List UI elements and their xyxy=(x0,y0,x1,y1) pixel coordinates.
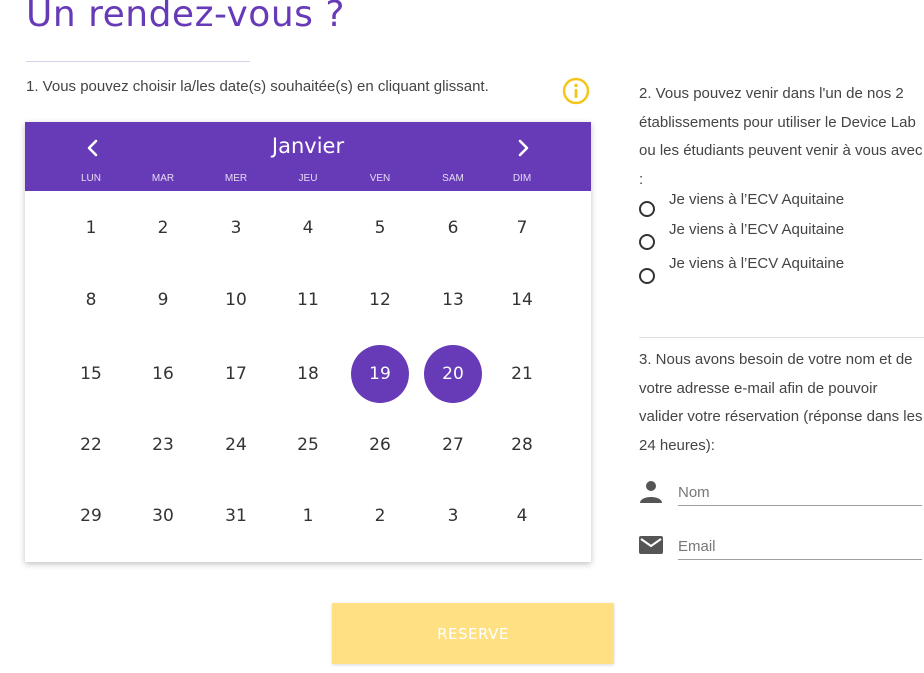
chevron-right-icon[interactable] xyxy=(511,136,535,160)
location-option-label: Je viens à l’ECV Aquitaine xyxy=(669,221,845,238)
calendar-day[interactable]: 27 xyxy=(424,416,482,474)
radio-button[interactable] xyxy=(639,234,655,250)
calendar-day[interactable]: 23 xyxy=(134,416,192,474)
calendar-day[interactable]: 30 xyxy=(134,487,192,545)
calendar-day[interactable]: 16 xyxy=(134,345,192,403)
calendar-day[interactable]: 2 xyxy=(351,487,409,545)
section-divider xyxy=(639,337,924,338)
contact-section: 3. Nous avons besoin de votre nom et de … xyxy=(639,346,924,460)
reserve-button[interactable]: RESERVE xyxy=(332,603,614,664)
calendar-day[interactable]: 4 xyxy=(279,199,337,257)
calendar-day[interactable]: 9 xyxy=(134,271,192,329)
calendar-day[interactable]: 24 xyxy=(207,416,265,474)
location-option-3[interactable]: Je viens à l’ECV Aquitaine xyxy=(639,255,844,284)
calendar-day[interactable]: 18 xyxy=(279,345,337,403)
weekday-label: JEU xyxy=(298,173,318,184)
calendar-day[interactable]: 3 xyxy=(207,199,265,257)
calendar-month: Janvier xyxy=(271,134,345,158)
calendar: Janvier LUN MAR MER JEU VEN SAM DIM 1234567891… xyxy=(25,122,591,562)
location-option-label: Je viens à l’ECV Aquitaine xyxy=(669,191,845,208)
weekday-row: LUN MAR MER JEU VEN SAM DIM xyxy=(25,173,591,187)
calendar-day[interactable]: 29 xyxy=(62,487,120,545)
email-field xyxy=(639,533,924,563)
calendar-day[interactable]: 1 xyxy=(279,487,337,545)
location-option-label: Je viens à l’ECV Aquitaine xyxy=(669,255,845,272)
person-icon xyxy=(640,481,662,503)
calendar-day[interactable]: 6 xyxy=(424,199,482,257)
email-input[interactable] xyxy=(678,533,922,560)
calendar-day[interactable]: 20 xyxy=(424,345,482,403)
calendar-day[interactable]: 13 xyxy=(424,271,482,329)
mail-icon xyxy=(639,536,663,554)
weekday-label: DIM xyxy=(512,173,532,184)
calendar-day[interactable]: 2 xyxy=(134,199,192,257)
weekday-label: MAR xyxy=(151,173,175,184)
date-instruction: 1. Vous pouvez choisir la/les date(s) so… xyxy=(26,78,489,95)
location-section: 2. Vous pouvez venir dans l'un de nos 2 … xyxy=(639,80,924,194)
calendar-day[interactable]: 1 xyxy=(62,199,120,257)
title-divider xyxy=(26,61,250,62)
calendar-day[interactable]: 21 xyxy=(493,345,551,403)
calendar-day[interactable]: 19 xyxy=(351,345,409,403)
contact-instruction: 3. Nous avons besoin de votre nom et de … xyxy=(639,351,923,454)
calendar-day[interactable]: 17 xyxy=(207,345,265,403)
location-option-1[interactable]: Je viens à l’ECV Aquitaine xyxy=(639,191,844,217)
weekday-label: MER xyxy=(224,173,248,184)
calendar-day[interactable]: 31 xyxy=(207,487,265,545)
info-icon[interactable] xyxy=(561,76,591,106)
calendar-day[interactable]: 25 xyxy=(279,416,337,474)
radio-button[interactable] xyxy=(639,268,655,284)
page-title: Un rendez-vous ? xyxy=(26,0,345,35)
calendar-day[interactable]: 28 xyxy=(493,416,551,474)
calendar-day[interactable]: 12 xyxy=(351,271,409,329)
calendar-day[interactable]: 3 xyxy=(424,487,482,545)
location-instruction: 2. Vous pouvez venir dans l'un de nos 2 … xyxy=(639,85,923,188)
calendar-day[interactable]: 10 xyxy=(207,271,265,329)
location-option-2[interactable]: Je viens à l’ECV Aquitaine xyxy=(639,221,844,250)
calendar-header: Janvier LUN MAR MER JEU VEN SAM DIM xyxy=(25,122,591,191)
name-field xyxy=(639,479,924,509)
weekday-label: SAM xyxy=(442,173,464,184)
calendar-day[interactable]: 8 xyxy=(62,271,120,329)
calendar-day[interactable]: 7 xyxy=(493,199,551,257)
calendar-day[interactable]: 26 xyxy=(351,416,409,474)
name-input[interactable] xyxy=(678,479,922,506)
weekday-label: VEN xyxy=(369,173,391,184)
calendar-day[interactable]: 4 xyxy=(493,487,551,545)
radio-button[interactable] xyxy=(639,201,655,217)
calendar-day[interactable]: 5 xyxy=(351,199,409,257)
calendar-day[interactable]: 11 xyxy=(279,271,337,329)
calendar-day[interactable]: 15 xyxy=(62,345,120,403)
calendar-day[interactable]: 14 xyxy=(493,271,551,329)
calendar-day[interactable]: 22 xyxy=(62,416,120,474)
weekday-label: LUN xyxy=(80,173,101,184)
